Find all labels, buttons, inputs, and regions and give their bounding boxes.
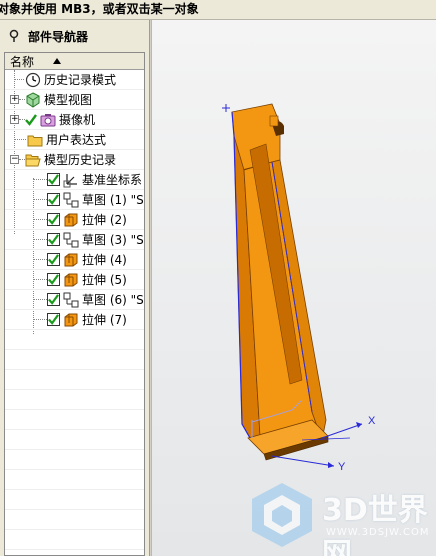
tree-item-extrude-5[interactable]: 拉伸 (5) bbox=[5, 270, 144, 290]
tree-item-sketch-1[interactable]: 草图 (1) "SK bbox=[5, 190, 144, 210]
extrude-icon bbox=[64, 253, 78, 266]
tree-item-cameras[interactable]: + 摄像机 bbox=[5, 110, 144, 130]
tree-item-extrude-2[interactable]: 拉伸 (2) bbox=[5, 210, 144, 230]
tree-item-label: 用户表达式 bbox=[46, 133, 107, 147]
navigator-title: 部件导航器 bbox=[28, 29, 89, 44]
sketch-icon bbox=[63, 292, 79, 307]
status-bar: 对象并使用 MB3，或者双击某一对象 bbox=[0, 0, 436, 20]
tree-item-extrude-7[interactable]: 拉伸 (7) bbox=[5, 310, 144, 330]
clock-icon bbox=[25, 72, 41, 87]
pin-icon[interactable] bbox=[8, 29, 20, 43]
part-navigator: 部件导航器 名称 历史记录模式 + 模型视图 + 摄像机 用户表达式 − 模型历… bbox=[0, 20, 150, 556]
checkmark-icon bbox=[25, 113, 37, 126]
tree-item-user-expressions[interactable]: 用户表达式 bbox=[5, 130, 144, 150]
expand-icon[interactable]: + bbox=[10, 115, 19, 124]
visibility-checkbox[interactable] bbox=[47, 293, 60, 306]
empty-row bbox=[5, 410, 144, 430]
x-axis-label: X bbox=[368, 415, 376, 427]
datum-csys-icon bbox=[63, 173, 77, 187]
tree-item-history-mode[interactable]: 历史记录模式 bbox=[5, 70, 144, 90]
sketch-icon bbox=[63, 232, 79, 247]
empty-row bbox=[5, 510, 144, 530]
visibility-checkbox[interactable] bbox=[47, 233, 60, 246]
tree-item-label: 拉伸 (7) bbox=[82, 313, 127, 327]
x-axis-line bbox=[321, 423, 363, 439]
visibility-checkbox[interactable] bbox=[47, 173, 60, 186]
expand-icon[interactable]: + bbox=[10, 95, 19, 104]
tree-item-label: 历史记录模式 bbox=[44, 73, 117, 87]
visibility-checkbox[interactable] bbox=[47, 253, 60, 266]
watermark-brand: 3D世界网 bbox=[322, 493, 428, 556]
camera-icon bbox=[40, 113, 56, 126]
tree-item-extrude-4[interactable]: 拉伸 (4) bbox=[5, 250, 144, 270]
feature-tree: 历史记录模式 + 模型视图 + 摄像机 用户表达式 − 模型历史记录 基准坐标系… bbox=[5, 70, 144, 550]
empty-row bbox=[5, 370, 144, 390]
extrude-icon bbox=[64, 313, 78, 326]
tree-item-label: 基准坐标系 bbox=[82, 173, 143, 187]
tree-item-label: 草图 (6) "SK bbox=[82, 293, 145, 307]
watermark-cube-icon bbox=[252, 483, 312, 547]
visibility-checkbox[interactable] bbox=[47, 213, 60, 226]
tree-item-label: 模型历史记录 bbox=[44, 153, 117, 167]
empty-row bbox=[5, 490, 144, 510]
folder-icon bbox=[27, 135, 43, 146]
tree-item-label: 拉伸 (2) bbox=[82, 213, 127, 227]
visibility-checkbox[interactable] bbox=[47, 273, 60, 286]
y-axis-label: Y bbox=[338, 461, 346, 473]
empty-row bbox=[5, 350, 144, 370]
collapse-icon[interactable]: − bbox=[10, 155, 19, 164]
column-header-label: 名称 bbox=[10, 54, 35, 69]
column-header-name[interactable]: 名称 bbox=[5, 53, 144, 70]
empty-row bbox=[5, 330, 144, 350]
sort-ascending-icon[interactable] bbox=[53, 58, 61, 64]
extrude-icon bbox=[64, 273, 78, 286]
empty-row bbox=[5, 470, 144, 490]
watermark-url: WWW.3DSJW.COM bbox=[326, 527, 430, 538]
navigator-header: 部件导航器 bbox=[0, 24, 150, 48]
empty-row bbox=[5, 530, 144, 550]
folder-open-icon bbox=[25, 154, 41, 166]
tree-item-model-views[interactable]: + 模型视图 bbox=[5, 90, 144, 110]
sketch-icon bbox=[63, 192, 79, 207]
tree-item-label: 拉伸 (5) bbox=[82, 273, 127, 287]
empty-row bbox=[5, 430, 144, 450]
tree-item-label: 摄像机 bbox=[59, 113, 96, 127]
tree-item-datum-csys[interactable]: 基准坐标系 bbox=[5, 170, 144, 190]
tree-item-sketch-3[interactable]: 草图 (3) "SK bbox=[5, 230, 144, 250]
y-axis-line bbox=[271, 455, 335, 467]
tree-item-label: 模型视图 bbox=[44, 93, 93, 107]
tree-item-label: 草图 (1) "SK bbox=[82, 193, 145, 207]
empty-row bbox=[5, 450, 144, 470]
tree-item-model-history[interactable]: − 模型历史记录 bbox=[5, 150, 144, 170]
navigator-tree-panel[interactable]: 名称 历史记录模式 + 模型视图 + 摄像机 用户表达式 − 模型历史记录 基准… bbox=[4, 52, 145, 556]
visibility-checkbox[interactable] bbox=[47, 313, 60, 326]
empty-row bbox=[5, 390, 144, 410]
tree-item-sketch-6[interactable]: 草图 (6) "SK bbox=[5, 290, 144, 310]
tree-item-label: 草图 (3) "SK bbox=[82, 233, 145, 247]
visibility-checkbox[interactable] bbox=[47, 193, 60, 206]
model-views-icon bbox=[26, 91, 40, 108]
watermark: 3D世界网 WWW.3DSJW.COM bbox=[242, 475, 432, 556]
tree-item-label: 拉伸 (4) bbox=[82, 253, 127, 267]
status-message: 对象并使用 MB3，或者双击某一对象 bbox=[0, 2, 199, 16]
extrude-icon bbox=[64, 213, 78, 226]
graphics-viewport[interactable]: X Y 3D世界网 WWW.3DSJW.COM bbox=[151, 20, 436, 556]
